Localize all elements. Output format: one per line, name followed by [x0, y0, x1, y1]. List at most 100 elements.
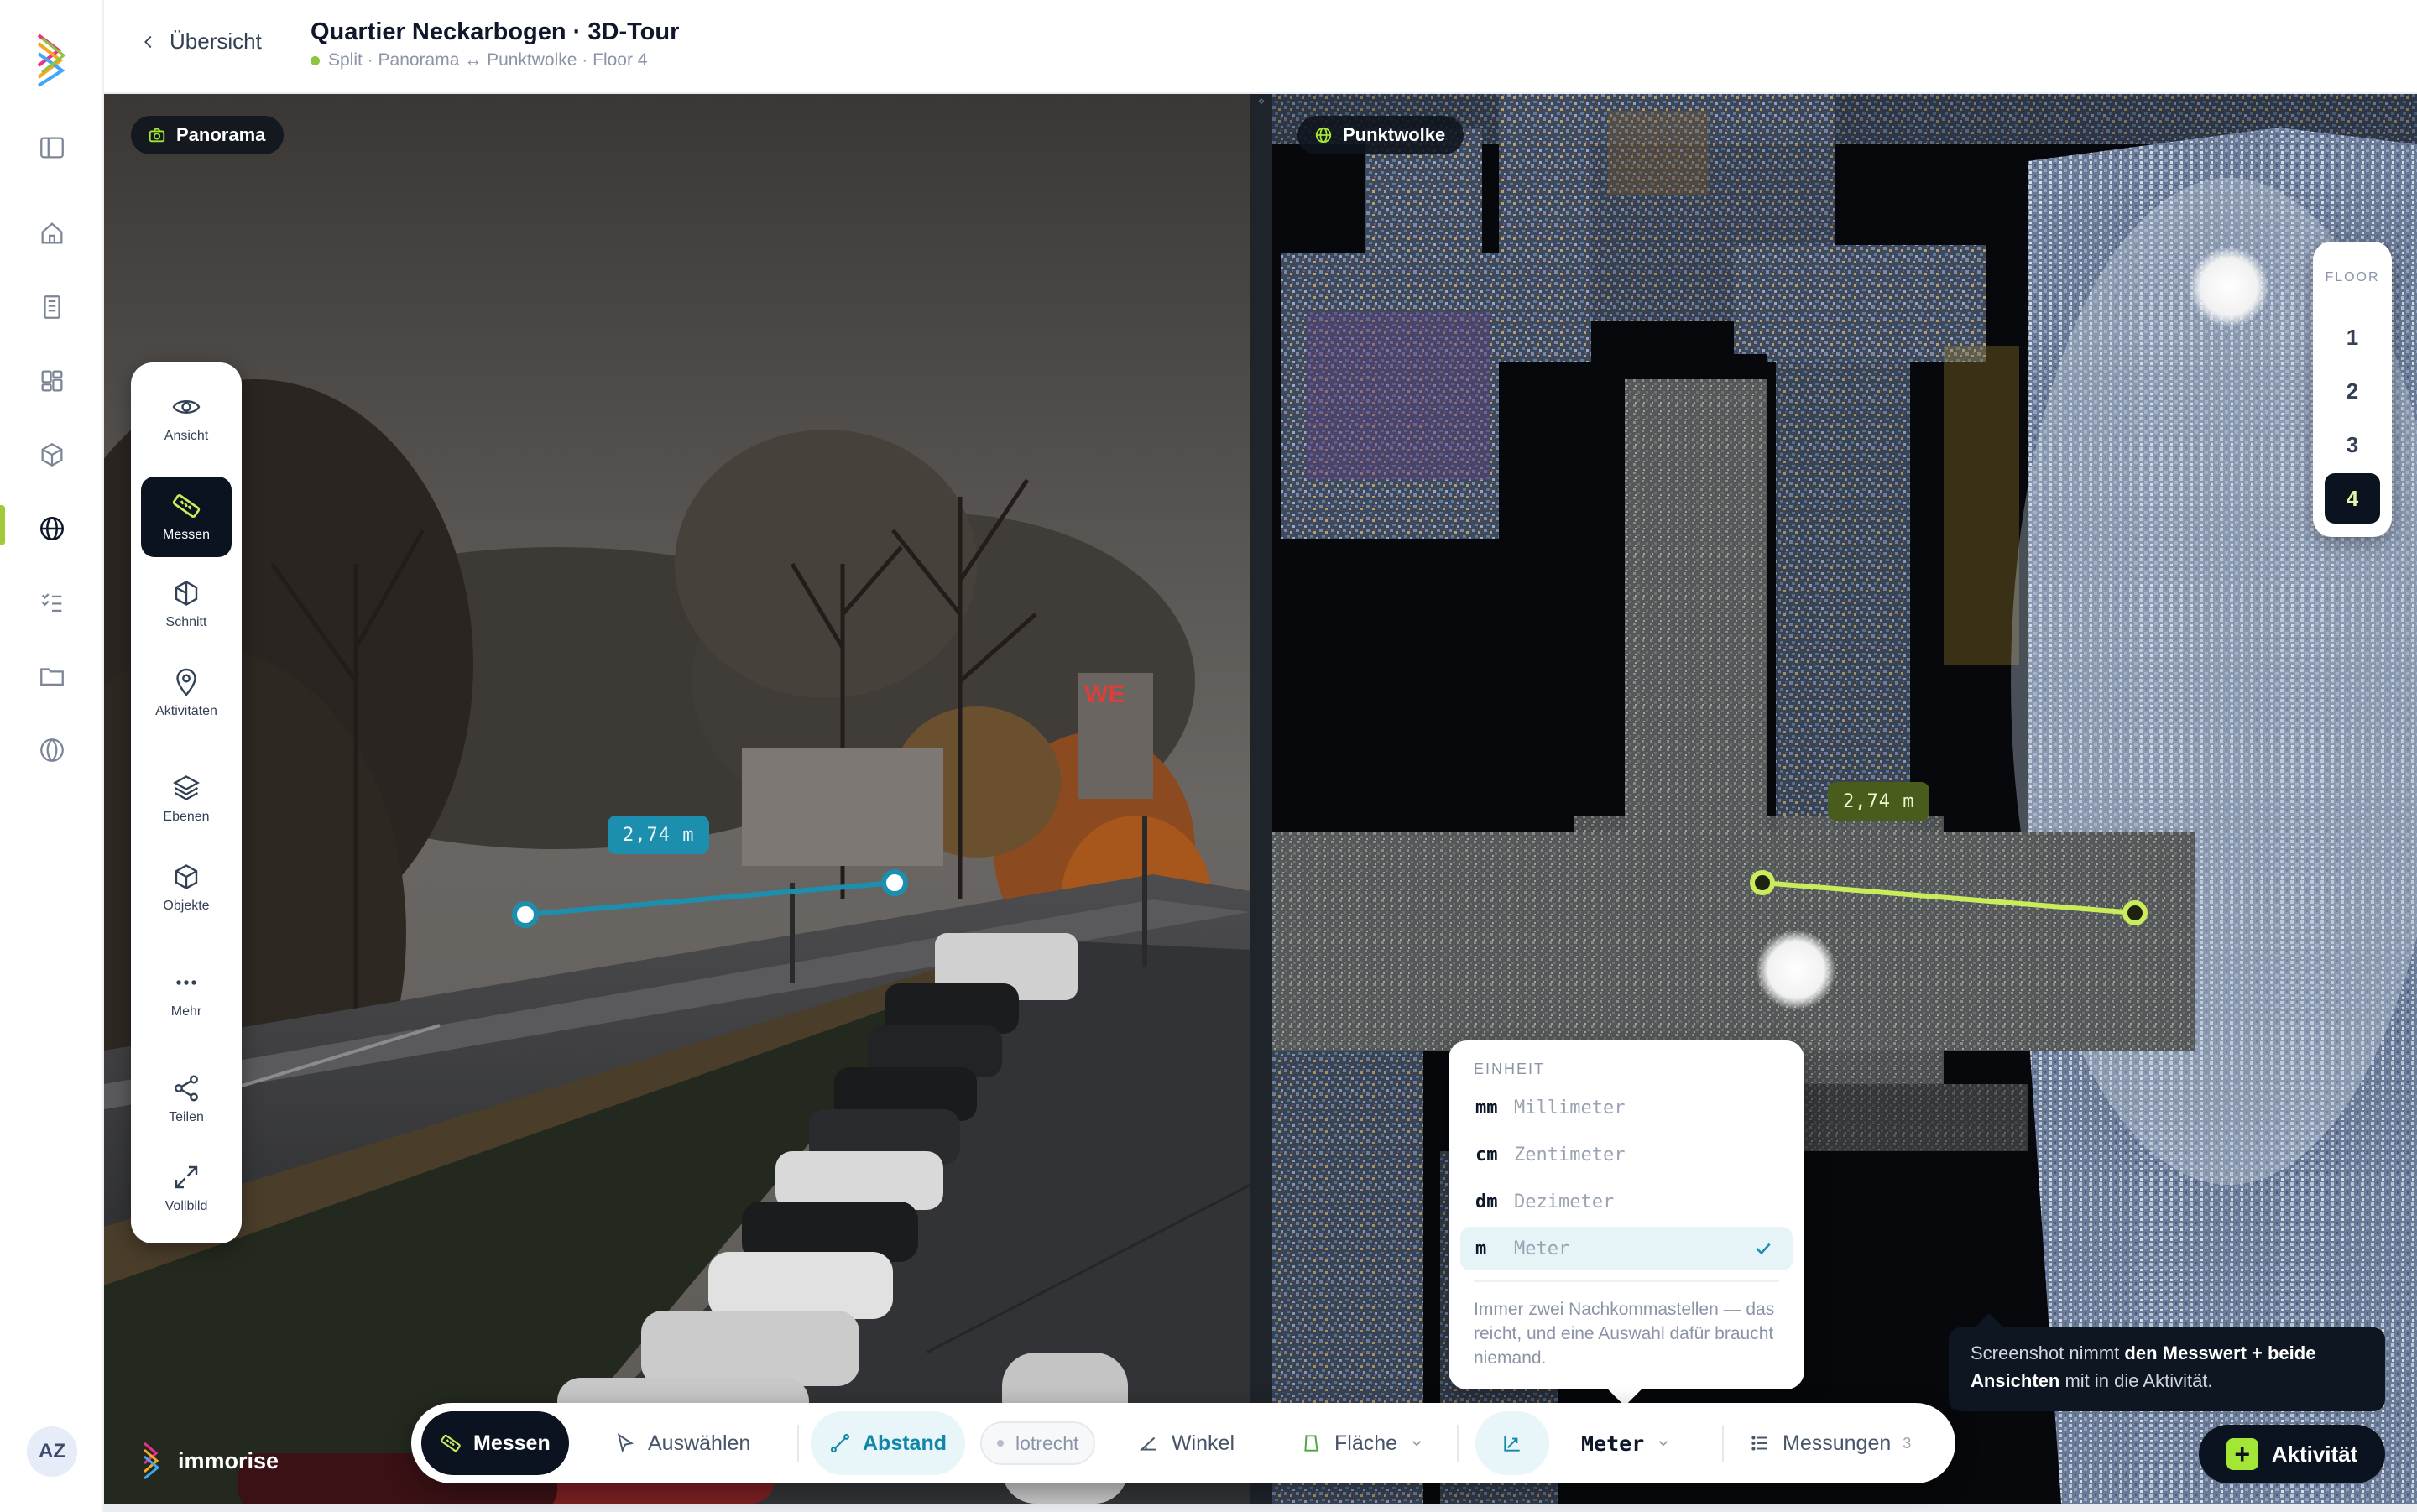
axis-measure-icon — [1504, 1436, 1520, 1452]
floor-button-1[interactable]: 1 — [2325, 312, 2380, 362]
plumb-toggle[interactable]: lotrecht — [980, 1421, 1096, 1465]
distance-label: Abstand — [863, 1431, 947, 1455]
immorise-logo-icon — [144, 1442, 160, 1480]
plus-icon: + — [2226, 1438, 2258, 1470]
avatar[interactable]: AZ — [27, 1426, 77, 1477]
add-activity-button[interactable]: + Aktivität — [2199, 1425, 2385, 1483]
immorise-logo-icon[interactable] — [35, 32, 69, 89]
measure-mode-button[interactable]: Messen — [421, 1411, 569, 1475]
area-button[interactable]: Fläche — [1282, 1411, 1443, 1475]
chevron-down-icon — [1659, 1441, 1668, 1447]
rail-active-indicator — [0, 505, 5, 545]
unit-menu-note: Immer zwei Nachkommastellen — das reicht… — [1474, 1300, 1775, 1368]
pointcloud-pane[interactable]: 2,74 m Punktwolke — [1272, 94, 2417, 1504]
screenshot-tooltip: Screenshot nimmt den Messwert + beide An… — [1949, 1313, 2385, 1411]
measurements-list-button[interactable]: Messungen 3 — [1731, 1411, 1929, 1475]
select-mode-button[interactable]: Auswählen — [596, 1411, 769, 1475]
floor-button-4[interactable]: 4 — [2325, 473, 2380, 524]
ruler-icon — [441, 1434, 461, 1452]
angle-label: Winkel — [1172, 1431, 1235, 1455]
unit-select[interactable]: Meter — [1563, 1411, 1689, 1475]
area-polygon-icon — [1304, 1435, 1318, 1452]
tool-layers[interactable]: Ebenen — [141, 759, 232, 839]
page-subtitle: Split · Panorama ↔ Punktwolke · Floor 4 — [311, 50, 647, 70]
unit-menu-heading: EINHEIT — [1474, 1061, 1546, 1077]
angle-button[interactable]: Winkel — [1120, 1411, 1253, 1475]
page-subtitle-text: Split · Panorama ↔ Punktwolke · Floor 4 — [328, 50, 648, 70]
unit-option-abbr: mm — [1475, 1097, 1498, 1118]
back-link[interactable]: Übersicht — [139, 29, 262, 55]
floor-selector-title: FLOOR — [2325, 270, 2380, 284]
measurements-count-badge: 3 — [1903, 1434, 1912, 1452]
plumb-toggle-label: lotrecht — [1015, 1431, 1079, 1454]
pointcloud-badge-label: Punktwolke — [1343, 124, 1446, 145]
home-icon[interactable] — [32, 213, 72, 253]
panorama-pane[interactable]: WE 2,74 m Panorama — [104, 94, 1250, 1504]
tool-section[interactable]: Schnitt — [141, 564, 232, 644]
check-icon — [1756, 1243, 1771, 1255]
unit-option-abbr: m — [1475, 1238, 1487, 1259]
tool-view-label: Ansicht — [164, 429, 209, 443]
unit-option-dm[interactable]: dm Dezimeter — [1460, 1180, 1793, 1223]
tool-share[interactable]: Teilen — [141, 1059, 232, 1139]
fullscreen-icon — [175, 1165, 198, 1189]
checklist-icon[interactable] — [32, 582, 72, 623]
distance-button[interactable]: Abstand — [811, 1411, 965, 1475]
floor-button-2[interactable]: 2 — [2325, 366, 2380, 416]
tool-measure[interactable]: Messen — [141, 477, 232, 557]
more-dots-icon — [176, 980, 196, 985]
tool-section-label: Schnitt — [165, 615, 207, 629]
floor-button-3[interactable]: 3 — [2325, 420, 2380, 470]
layers-icon — [173, 775, 200, 800]
camera-icon — [149, 128, 165, 143]
panorama-badge-label: Panorama — [176, 124, 266, 145]
tool-share-label: Teilen — [169, 1110, 204, 1124]
divider-handle-icon[interactable]: ⋄ — [1254, 94, 1269, 116]
axis-toggle-button[interactable] — [1475, 1411, 1549, 1475]
chevron-left-icon — [144, 35, 152, 48]
unit-option-m[interactable]: m Meter — [1460, 1227, 1793, 1270]
share-icon — [175, 1075, 198, 1102]
toolbar-divider — [1722, 1425, 1724, 1462]
tool-more[interactable]: Mehr — [141, 953, 232, 1034]
split-viewer: WE 2,74 m Panorama ⋄ 2,74 m Punktwolke — [104, 94, 2417, 1504]
app-rail: AZ — [0, 0, 104, 1512]
status-dot — [311, 55, 320, 65]
unit-option-name: Dezimeter — [1514, 1191, 1615, 1212]
model-cube-icon[interactable] — [32, 435, 72, 475]
unit-option-cm[interactable]: cm Zentimeter — [1460, 1133, 1793, 1176]
split-divider[interactable]: ⋄ — [1250, 94, 1272, 1504]
tool-objects[interactable]: Objekte — [141, 847, 232, 928]
tour-globe-icon[interactable] — [32, 508, 72, 549]
tool-view[interactable]: Ansicht — [141, 378, 232, 458]
unit-option-mm[interactable]: mm Millimeter — [1460, 1086, 1793, 1129]
building-icon[interactable] — [32, 287, 72, 327]
eye-icon — [172, 400, 201, 414]
list-icon — [1751, 1436, 1767, 1451]
unit-option-abbr: dm — [1475, 1191, 1498, 1212]
floor-selector: FLOOR 1 2 3 4 — [2313, 242, 2392, 537]
tool-fullscreen-label: Vollbild — [164, 1199, 208, 1213]
ruler-icon — [172, 494, 201, 518]
tool-activities[interactable]: Aktivitäten — [141, 653, 232, 733]
panorama-badge: Panorama — [131, 116, 285, 154]
unit-option-name: Zentimeter — [1514, 1144, 1626, 1165]
select-mode-label: Auswählen — [648, 1431, 751, 1455]
add-activity-label: Aktivität — [2271, 1441, 2358, 1467]
panorama-image[interactable]: WE — [104, 94, 1250, 1504]
folder-icon[interactable] — [32, 656, 72, 696]
dashboard-grid-icon[interactable] — [32, 361, 72, 401]
page-header: Übersicht Quartier Neckarbogen · 3D-Tour… — [104, 0, 2417, 94]
unit-menu-divider — [1474, 1280, 1779, 1282]
chevron-down-icon — [1412, 1441, 1422, 1447]
sidebar-toggle-icon[interactable] — [32, 128, 72, 168]
svg-text:WE: WE — [1084, 680, 1125, 708]
brand-watermark: immorise — [143, 1442, 279, 1480]
sphere-icon[interactable] — [32, 730, 72, 770]
tooltip-text-post: mit in die Aktivität. — [2059, 1370, 2213, 1391]
measure-mode-label: Messen — [473, 1431, 551, 1455]
pano-measure-label: 2,74 m — [608, 816, 710, 854]
tool-fullscreen[interactable]: Vollbild — [141, 1148, 232, 1228]
tool-palette: Ansicht Messen Schnitt Aktivitäten Ebene… — [131, 362, 242, 1243]
page-title: Quartier Neckarbogen · 3D-Tour — [311, 18, 680, 45]
